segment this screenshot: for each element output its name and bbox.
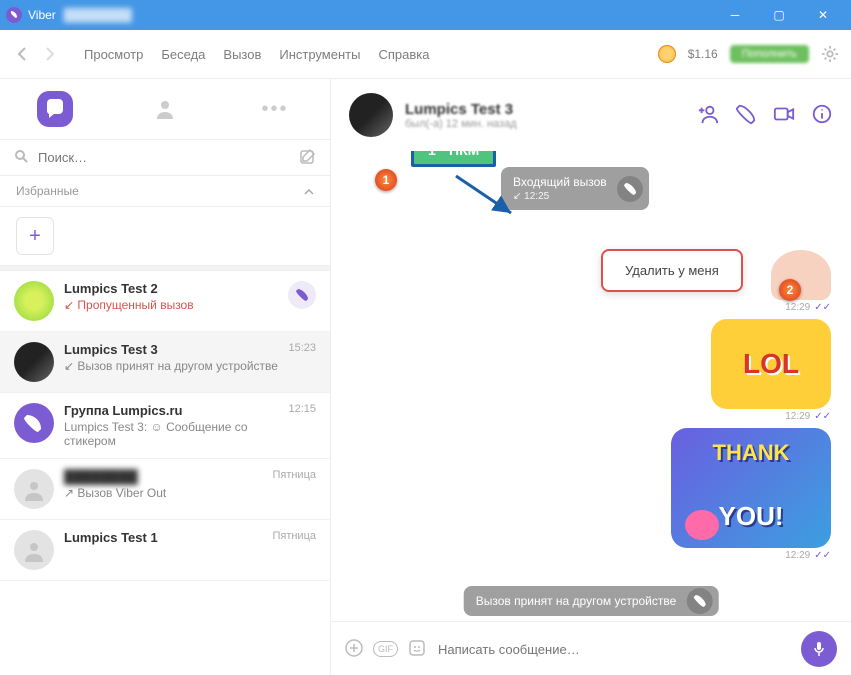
chat-name: ████████ — [64, 469, 262, 484]
sticker-thankyou: THANKYOU! — [671, 428, 831, 548]
chat-subtitle: Lumpics Test 3: ☺ Сообщение со стикером — [64, 420, 278, 448]
toolbar: Просмотр Беседа Вызов Инструменты Справк… — [0, 30, 851, 79]
search-input[interactable] — [36, 149, 292, 166]
chat-header: Lumpics Test 3 был(-а) 12 мин. назад — [331, 79, 851, 151]
video-call-button[interactable] — [773, 103, 795, 128]
nav-back-button[interactable] — [12, 44, 32, 64]
topup-button[interactable]: Пополнить — [730, 45, 809, 63]
chat-item[interactable]: ████████ ↗ Вызов Viber Out Пятница — [0, 459, 330, 520]
settings-button[interactable] — [821, 45, 839, 63]
context-menu: Удалить у меня — [601, 249, 743, 292]
chat-name: Lumpics Test 2 — [64, 281, 278, 296]
menu-call[interactable]: Вызов — [223, 47, 261, 62]
phone-icon — [686, 588, 712, 614]
chat-item[interactable]: Lumpics Test 3 ↙ Вызов принят на другом … — [0, 332, 330, 393]
avatar — [14, 530, 54, 570]
chat-item[interactable]: Группа Lumpics.ru Lumpics Test 3: ☺ Сооб… — [0, 393, 330, 459]
chat-status: был(-а) 12 мин. назад — [405, 118, 517, 130]
annotation-rmb: 1 * ПКМ — [411, 151, 496, 167]
read-ticks-icon: ✓✓ — [814, 302, 831, 313]
app-window: Viber ████████ ─ ▢ ✕ Просмотр Беседа Выз… — [0, 0, 851, 675]
sidebar: ••• Избранные + Lumpics Test 2 ↙ Пропуще… — [0, 79, 331, 675]
menu-chat[interactable]: Беседа — [161, 47, 205, 62]
call-status-bubble[interactable]: Вызов принят на другом устройстве — [464, 586, 719, 616]
maximize-button[interactable]: ▢ — [757, 0, 801, 30]
chat-avatar — [349, 93, 393, 137]
chat-subtitle: ↙ Пропущенный вызов — [64, 298, 278, 312]
annotation-badge-1: 1 — [375, 169, 397, 191]
msg-time: 12:29 — [785, 302, 810, 313]
minimize-button[interactable]: ─ — [713, 0, 757, 30]
call-button[interactable] — [288, 281, 316, 309]
call-time: 12:25 — [524, 191, 549, 202]
voice-message-button[interactable] — [801, 631, 837, 667]
ctx-delete-for-me[interactable]: Удалить у меня — [625, 263, 719, 278]
collapse-favorites-button[interactable] — [304, 184, 314, 198]
chat-panel: Lumpics Test 3 был(-а) 12 мин. назад 1 *… — [331, 79, 851, 675]
coin-icon — [658, 45, 676, 63]
sticker-lol: LOL — [711, 319, 831, 409]
avatar — [14, 281, 54, 321]
call-text: Вызов принят на другом устройстве — [476, 594, 677, 608]
chat-item[interactable]: Lumpics Test 1 Пятница — [0, 520, 330, 581]
chat-title: Lumpics Test 3 — [405, 101, 517, 118]
chat-time: 12:15 — [288, 403, 316, 415]
chat-subtitle: ↗ Вызов Viber Out — [64, 486, 262, 500]
search-icon — [14, 149, 28, 166]
nav-forward-button[interactable] — [40, 44, 60, 64]
close-button[interactable]: ✕ — [801, 0, 845, 30]
chat-subtitle: ↙ Вызов принят на другом устройстве — [64, 359, 278, 373]
chat-time: Пятница — [272, 530, 316, 542]
tab-contacts[interactable] — [147, 91, 183, 127]
call-text: Входящий вызов — [513, 175, 607, 189]
avatar — [14, 403, 54, 443]
viber-logo-icon — [6, 7, 22, 23]
info-button[interactable] — [811, 103, 833, 128]
avatar — [14, 342, 54, 382]
add-favorite-button[interactable]: + — [16, 217, 54, 255]
composer: GIF — [331, 621, 851, 675]
msg-time: 12:29 — [785, 411, 810, 422]
annotation-badge-2: 2 — [779, 279, 801, 301]
chat-name: Lumpics Test 3 — [64, 342, 278, 357]
phone-icon — [617, 176, 643, 202]
favorites-label: Избранные — [16, 184, 79, 198]
gif-button[interactable]: GIF — [373, 641, 398, 657]
voice-call-button[interactable] — [735, 103, 757, 128]
compose-button[interactable] — [300, 148, 316, 167]
attach-button[interactable] — [345, 639, 363, 660]
menu-view[interactable]: Просмотр — [84, 47, 143, 62]
msg-time: 12:29 — [785, 550, 810, 561]
chat-name: Lumpics Test 1 — [64, 530, 262, 545]
read-ticks-icon: ✓✓ — [814, 411, 831, 422]
sticker-button[interactable] — [408, 639, 426, 660]
tab-more[interactable]: ••• — [257, 91, 293, 127]
chat-item[interactable]: Lumpics Test 2 ↙ Пропущенный вызов — [0, 271, 330, 332]
avatar — [14, 469, 54, 509]
title-bar: Viber ████████ ─ ▢ ✕ — [0, 0, 851, 30]
balance-label: $1.16 — [688, 47, 718, 61]
chat-time: 15:23 — [288, 342, 316, 354]
message-input[interactable] — [436, 641, 791, 658]
app-title: Viber — [28, 8, 56, 22]
menu-tools[interactable]: Инструменты — [279, 47, 360, 62]
chat-name: Группа Lumpics.ru — [64, 403, 278, 418]
tab-chats[interactable] — [37, 91, 73, 127]
message-area: 1 * ПКМ 1 Входящий вызов ↙ 12:25 Удалить… — [331, 151, 851, 621]
menu-help[interactable]: Справка — [378, 47, 429, 62]
add-user-button[interactable] — [697, 103, 719, 128]
read-ticks-icon: ✓✓ — [814, 550, 831, 561]
chat-time: Пятница — [272, 469, 316, 481]
incoming-call-bubble[interactable]: Входящий вызов ↙ 12:25 — [501, 167, 649, 210]
chat-list: Lumpics Test 2 ↙ Пропущенный вызов Lumpi… — [0, 271, 330, 675]
